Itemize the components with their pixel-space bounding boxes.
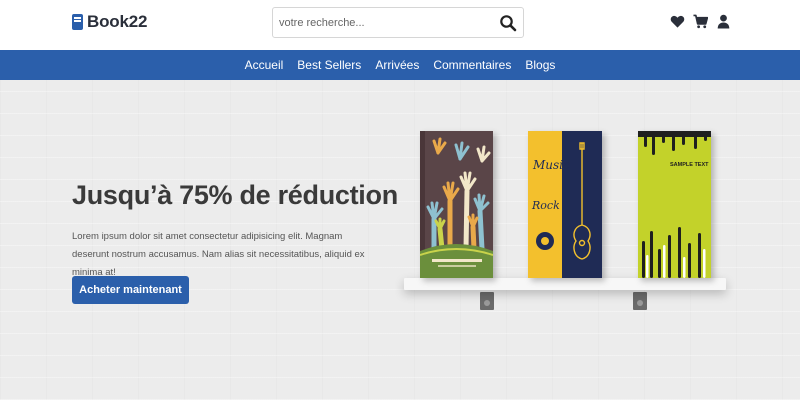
header-actions	[670, 14, 731, 29]
nav-item-arrivees[interactable]: Arrivées	[375, 58, 419, 72]
main-nav: Accueil Best Sellers Arrivées Commentair…	[0, 50, 800, 80]
hands-illustration	[420, 137, 493, 278]
search-input[interactable]	[279, 14, 479, 32]
shelf-bracket-left	[480, 292, 494, 310]
book-shelf	[404, 278, 726, 290]
book-icon	[72, 14, 83, 30]
shelf-bracket-right	[633, 292, 647, 310]
heart-icon[interactable]	[670, 14, 685, 29]
nav-item-commentaires[interactable]: Commentaires	[433, 58, 511, 72]
nav-item-blogs[interactable]: Blogs	[525, 58, 555, 72]
nav-item-accueil[interactable]: Accueil	[245, 58, 284, 72]
svg-text:Rock: Rock	[531, 199, 560, 212]
shop-now-button[interactable]: Acheter maintenant	[72, 276, 189, 304]
search-icon[interactable]	[499, 14, 517, 32]
svg-text:Music: Music	[532, 158, 570, 172]
drips-illustration: SAMPLE TEXT	[638, 131, 711, 278]
book-cover-music[interactable]: Music Rock	[528, 131, 602, 278]
book-cover-hands[interactable]	[420, 131, 493, 278]
cart-icon[interactable]	[693, 14, 708, 29]
book-cover-sample[interactable]: SAMPLE TEXT	[638, 131, 711, 278]
logo[interactable]: Book22	[72, 12, 147, 32]
hero-description: Lorem ipsum dolor sit amet consectetur a…	[72, 231, 365, 278]
site-header: Book22	[0, 0, 800, 50]
brand-name: Book22	[87, 12, 148, 31]
user-icon[interactable]	[716, 14, 731, 29]
nav-item-best-sellers[interactable]: Best Sellers	[297, 58, 361, 72]
hero-title: Jusqu’à 75% de réduction	[72, 180, 398, 210]
svg-text:SAMPLE TEXT: SAMPLE TEXT	[670, 162, 709, 168]
music-illustration: Music Rock	[531, 142, 591, 260]
search-box	[272, 7, 524, 38]
